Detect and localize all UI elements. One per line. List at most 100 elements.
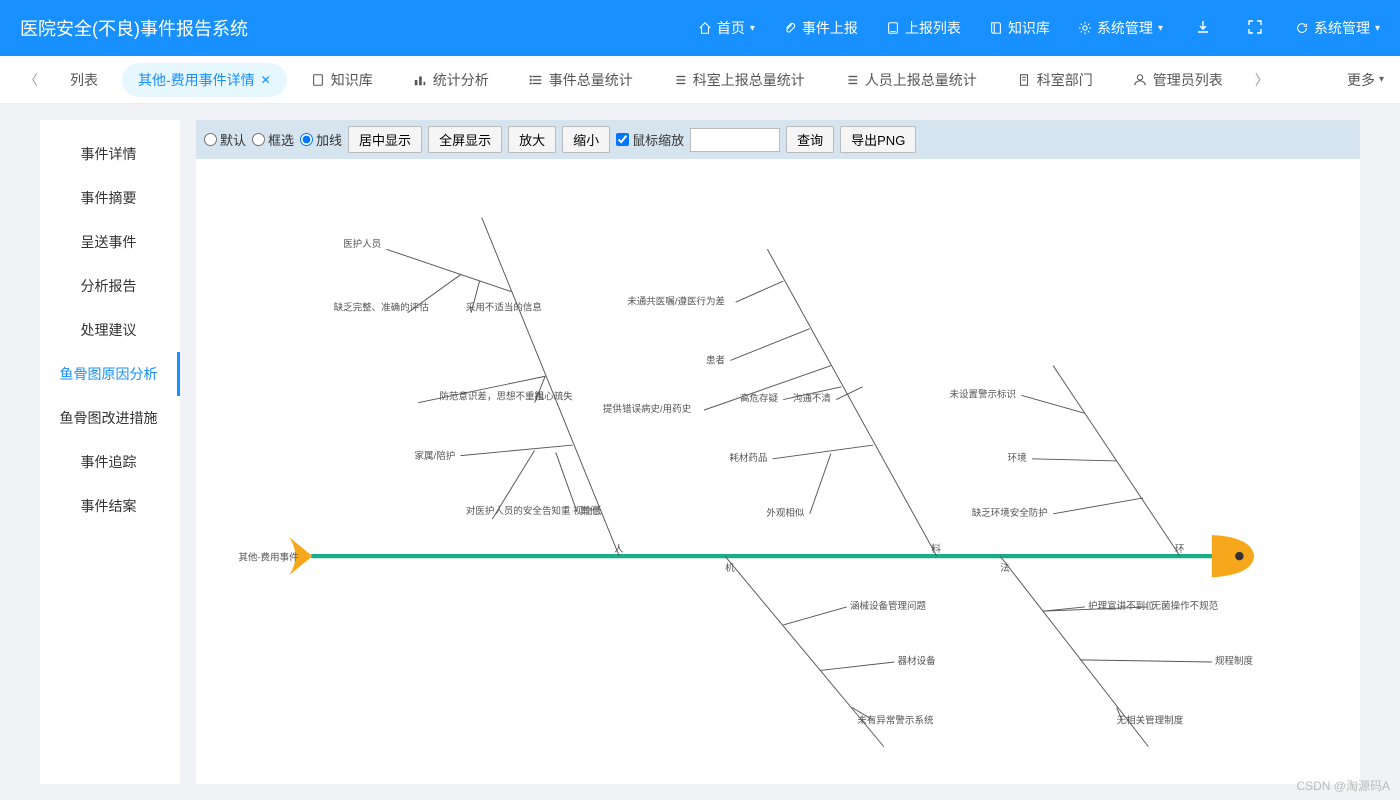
nav-kb-label: 知识库 xyxy=(1008,18,1050,38)
zoomin-button[interactable]: 放大 xyxy=(508,126,556,153)
content-panel: 默认 框选 加线 居中显示 全屏显示 放大 缩小 鼠标缩放 查询 导出PNG xyxy=(196,120,1360,784)
checkbox-mousezoom[interactable] xyxy=(616,133,629,146)
fishbone-svg: 其他-费用事件 人 医护人员 缺乏完整、准确的评估 采用不适当的信息 防范意识差… xyxy=(196,159,1360,784)
root-label: 其他-费用事件 xyxy=(238,551,299,563)
radio-label: 加线 xyxy=(316,130,342,149)
svg-text:缺乏环境安全防护: 缺乏环境安全防护 xyxy=(972,507,1048,519)
menu-detail[interactable]: 事件详情 xyxy=(40,132,180,176)
tabs-bar: 〈 列表 其他-费用事件详情 ✕ 知识库 统计分析 事件总量统计 科室上报总量统… xyxy=(0,56,1400,104)
tablet-icon xyxy=(886,21,900,35)
nav-sysmgr-label: 系统管理 xyxy=(1097,18,1153,38)
radio-box[interactable] xyxy=(252,133,265,146)
radio-line[interactable] xyxy=(300,133,313,146)
cat-person: 人 医护人员 缺乏完整、准确的评估 采用不适当的信息 防范意识差，思想不重视 粗… xyxy=(334,218,624,557)
svg-text:规程制度: 规程制度 xyxy=(1215,655,1254,667)
mode-default[interactable]: 默认 xyxy=(204,130,246,149)
tab-label: 知识库 xyxy=(331,70,373,90)
radio-label: 框选 xyxy=(268,130,294,149)
chart-icon xyxy=(413,73,427,87)
query-button[interactable]: 查询 xyxy=(786,126,834,153)
fullscreen-button[interactable]: 全屏显示 xyxy=(428,126,502,153)
tab-kb[interactable]: 知识库 xyxy=(295,63,389,97)
nav-list[interactable]: 上报列表 xyxy=(886,18,961,38)
export-button[interactable]: 导出PNG xyxy=(840,126,916,153)
fishbone-diagram[interactable]: 其他-费用事件 人 医护人员 缺乏完整、准确的评估 采用不适当的信息 防范意识差… xyxy=(196,159,1360,784)
tabs-prev[interactable]: 〈 xyxy=(16,66,46,94)
diagram-toolbar: 默认 框选 加线 居中显示 全屏显示 放大 缩小 鼠标缩放 查询 导出PNG xyxy=(196,120,1360,159)
mode-box[interactable]: 框选 xyxy=(252,130,294,149)
search-input[interactable] xyxy=(690,128,780,152)
close-icon[interactable]: ✕ xyxy=(261,73,271,87)
svg-text:环境: 环境 xyxy=(1008,452,1028,464)
zoomout-button[interactable]: 缩小 xyxy=(562,126,610,153)
tab-total[interactable]: 事件总量统计 xyxy=(513,63,649,97)
svg-text:未有异常警示系统: 未有异常警示系统 xyxy=(857,714,934,726)
radio-default[interactable] xyxy=(204,133,217,146)
tab-label: 列表 xyxy=(70,70,98,90)
menu-suggest[interactable]: 处理建议 xyxy=(40,308,180,352)
menu-fish-cause[interactable]: 鱼骨图原因分析 xyxy=(40,352,180,396)
tabs-next[interactable]: 〉 xyxy=(1247,66,1277,94)
cat-machine: 机 涵械设备管理问题 器材设备 未有异常警示系统 xyxy=(725,556,936,746)
menu-analysis[interactable]: 分析报告 xyxy=(40,264,180,308)
svg-text:家属/陪护: 家属/陪护 xyxy=(415,450,456,462)
nav-report-label: 事件上报 xyxy=(802,18,858,38)
building-icon xyxy=(1017,73,1031,87)
tab-label: 其他-费用事件详情 xyxy=(138,70,255,90)
svg-text:人: 人 xyxy=(614,544,624,555)
svg-text:涵械设备管理问题: 涵械设备管理问题 xyxy=(850,600,927,612)
list-icon xyxy=(845,73,859,87)
nav-report[interactable]: 事件上报 xyxy=(783,18,858,38)
nav-sysmgr[interactable]: 系统管理 ▾ xyxy=(1078,18,1163,38)
svg-text:高危存疑: 高危存疑 xyxy=(740,393,779,405)
menu-close[interactable]: 事件结案 xyxy=(40,484,180,528)
list-icon xyxy=(673,73,687,87)
svg-text:无菌操作不规范: 无菌操作不规范 xyxy=(1152,600,1219,612)
mouse-zoom[interactable]: 鼠标缩放 xyxy=(616,130,684,149)
svg-text:粗心疏失: 粗心疏失 xyxy=(535,391,574,403)
tab-stats[interactable]: 统计分析 xyxy=(397,63,505,97)
svg-text:料: 料 xyxy=(931,543,941,555)
tab-dept[interactable]: 科室部门 xyxy=(1001,63,1109,97)
menu-trace[interactable]: 事件追踪 xyxy=(40,440,180,484)
cat-method: 法 护理宣讲不到位 无菌操作不规范 规程制度 无相关管理制度 xyxy=(1000,556,1253,746)
center-button[interactable]: 居中显示 xyxy=(348,126,422,153)
tab-label: 人员上报总量统计 xyxy=(865,70,977,90)
menu-summary[interactable]: 事件摘要 xyxy=(40,176,180,220)
svg-text:医护人员: 医护人员 xyxy=(343,238,381,250)
svg-text:提供错误病史/用药史: 提供错误病史/用药史 xyxy=(603,403,692,415)
tab-detail[interactable]: 其他-费用事件详情 ✕ xyxy=(122,63,287,97)
cat-subject: 料 患者 未通共医嘱/遵医行为差 提供错误病史/用药史 高危存疑 沟通不清 耗材… xyxy=(603,249,942,556)
svg-text:缺乏完整、准确的评估: 缺乏完整、准确的评估 xyxy=(334,302,430,314)
cat-env: 环 未设置警示标识 环境 缺乏环境安全防护 xyxy=(949,366,1184,556)
book-icon xyxy=(989,21,1003,35)
fullscreen-icon[interactable] xyxy=(1243,15,1267,42)
refresh-icon xyxy=(1295,21,1309,35)
tab-person-total[interactable]: 人员上报总量统计 xyxy=(829,63,993,97)
download-icon[interactable] xyxy=(1191,15,1215,42)
svg-text:外观相似: 外观相似 xyxy=(766,507,805,519)
tab-admin[interactable]: 管理员列表 xyxy=(1117,63,1239,97)
app-brand: 医院安全(不良)事件报告系统 xyxy=(20,15,248,41)
nav-kb[interactable]: 知识库 xyxy=(989,18,1050,38)
nav-home[interactable]: 首页 ▾ xyxy=(698,18,755,38)
chevron-down-icon: ▾ xyxy=(1375,23,1380,34)
tab-dept-total[interactable]: 科室上报总量统计 xyxy=(657,63,821,97)
menu-submit[interactable]: 呈送事件 xyxy=(40,220,180,264)
svg-text:沟通不清: 沟通不清 xyxy=(793,393,832,405)
svg-text:未通共医嘱/遵医行为差: 未通共医嘱/遵医行为差 xyxy=(627,295,725,307)
tab-list[interactable]: 列表 xyxy=(54,63,114,97)
chevron-down-icon: ▾ xyxy=(750,23,755,34)
svg-text:法: 法 xyxy=(1000,562,1010,574)
nav-sysmgr2-label: 系统管理 xyxy=(1314,18,1370,38)
home-icon xyxy=(698,21,712,35)
mode-line[interactable]: 加线 xyxy=(300,130,342,149)
menu-fish-improve[interactable]: 鱼骨图改进措施 xyxy=(40,396,180,440)
tabs-more[interactable]: 更多 ▾ xyxy=(1347,70,1384,90)
tab-label: 事件总量统计 xyxy=(549,70,633,90)
nav-sysmgr2[interactable]: 系统管理 ▾ xyxy=(1295,18,1380,38)
app-header: 医院安全(不良)事件报告系统 首页 ▾ 事件上报 上报列表 知识库 系统管理 ▾ xyxy=(0,0,1400,56)
svg-text:防范意识差，思想不重视: 防范意识差，思想不重视 xyxy=(439,391,544,403)
svg-text:未设置警示标识: 未设置警示标识 xyxy=(949,388,1016,400)
svg-text:护理宣讲不到位: 护理宣讲不到位 xyxy=(1088,600,1155,612)
